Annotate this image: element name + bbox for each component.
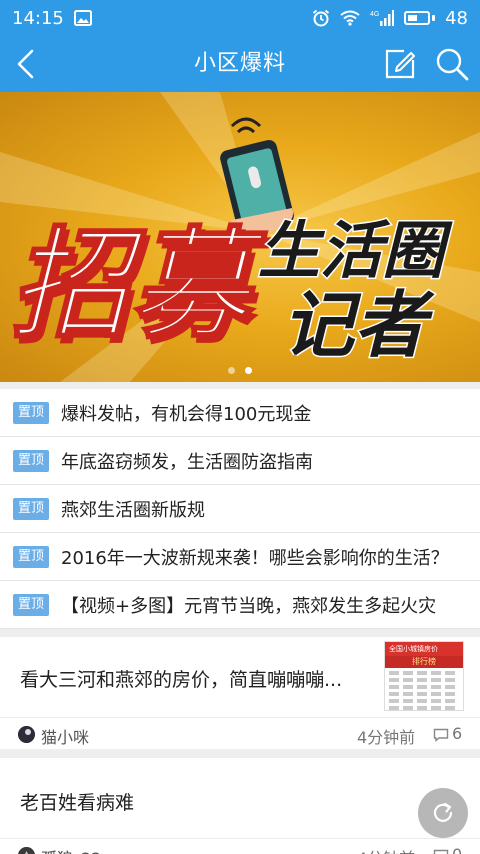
battery-icon: [404, 11, 436, 25]
post-title: 老百姓看病难: [20, 792, 135, 814]
wifi-icon: [340, 10, 360, 26]
pinned-tag: 置顶: [13, 545, 49, 568]
pinned-post[interactable]: 置顶 2016年一大波新规来袭！哪些会影响你的生活？: [0, 533, 480, 581]
carousel-dot-active[interactable]: [245, 367, 252, 374]
status-bar: 14:15 4G 48: [0, 0, 480, 36]
carousel-indicator: [0, 367, 480, 374]
pinned-tag: 置顶: [13, 497, 49, 520]
post-meta: 孤狼_22 4分钟前 0: [0, 838, 480, 854]
alarm-icon: [312, 9, 330, 27]
network-type: 4G: [370, 11, 379, 18]
search-button[interactable]: [434, 46, 470, 82]
refresh-button[interactable]: [418, 788, 468, 838]
battery-percent: 48: [445, 7, 468, 29]
pinned-post[interactable]: 置顶 年底盗窃频发，生活圈防盗指南: [0, 437, 480, 485]
compose-icon: [385, 49, 415, 79]
banner-carousel[interactable]: 招募 招募 生活圈 记者: [0, 92, 480, 382]
comment-icon: [433, 848, 449, 854]
banner-headline: 招募 招募 生活圈 记者: [9, 213, 455, 369]
avatar[interactable]: [18, 847, 35, 854]
thumbnail-heading: 全国小城镇房价: [385, 642, 463, 656]
comment-count: 6: [452, 724, 463, 743]
pinned-post[interactable]: 置顶 爆料发帖，有机会得100元现金: [0, 389, 480, 437]
image-notification-icon: [73, 10, 92, 26]
pinned-post[interactable]: 置顶 【视频+多图】元宵节当晚，燕郊发生多起火灾: [0, 581, 480, 629]
author-name[interactable]: 孤狼_22: [41, 845, 101, 854]
author-name[interactable]: 猫小咪: [41, 724, 89, 748]
thumbnail-subheading: 排行榜: [385, 656, 463, 668]
headline-big: 招募: [10, 216, 268, 355]
app-screen: 14:15 4G 48 小区爆料 招募 招募 生活圈 记者 置顶 爆料发帖，有机…: [0, 0, 480, 854]
comment-icon: [433, 727, 449, 742]
pinned-post-title: 【视频+多图】元宵节当晚，燕郊发生多起火灾: [61, 595, 437, 617]
refresh-icon: [433, 802, 453, 822]
headline-line1: 生活圈: [258, 214, 453, 287]
pinned-post-list: 置顶 爆料发帖，有机会得100元现金 置顶 年底盗窃频发，生活圈防盗指南 置顶 …: [0, 389, 480, 629]
post-card[interactable]: 看大三河和燕郊的房价，简直嘣嘣嘣... 全国小城镇房价 排行榜 猫小咪 4分钟前…: [0, 637, 480, 749]
status-time: 14:15: [12, 7, 64, 29]
avatar[interactable]: [18, 726, 35, 743]
pinned-post-title: 燕郊生活圈新版规: [61, 499, 205, 521]
compose-button[interactable]: [384, 48, 416, 80]
banner-artwork: 招募 招募 生活圈 记者: [0, 92, 480, 382]
pinned-post-title: 2016年一大波新规来袭！哪些会影响你的生活？: [61, 547, 449, 569]
post-time: 4分钟前: [357, 845, 415, 854]
pinned-post-title: 年底盗窃频发，生活圈防盗指南: [61, 451, 313, 473]
pinned-tag: 置顶: [13, 593, 49, 616]
signal-icon: 4G: [370, 9, 395, 27]
post-meta: 猫小咪 4分钟前 6: [0, 717, 480, 749]
carousel-dot[interactable]: [228, 367, 235, 374]
comment-count: 0: [452, 845, 462, 854]
pinned-tag: 置顶: [13, 449, 49, 472]
pinned-tag: 置顶: [13, 401, 49, 424]
search-icon: [436, 48, 469, 81]
post-card[interactable]: 老百姓看病难 孤狼_22 4分钟前 0: [0, 758, 480, 854]
battery-fill: [408, 15, 417, 21]
post-title: 看大三河和燕郊的房价，简直嘣嘣嘣...: [20, 669, 343, 691]
pinned-post[interactable]: 置顶 燕郊生活圈新版规: [0, 485, 480, 533]
post-thumbnail: 全国小城镇房价 排行榜: [384, 641, 464, 711]
nav-bar: 小区爆料: [0, 36, 480, 92]
headline-line2: 记者: [282, 283, 435, 367]
pinned-post-title: 爆料发帖，有机会得100元现金: [61, 403, 312, 425]
post-time: 4分钟前: [357, 728, 416, 747]
